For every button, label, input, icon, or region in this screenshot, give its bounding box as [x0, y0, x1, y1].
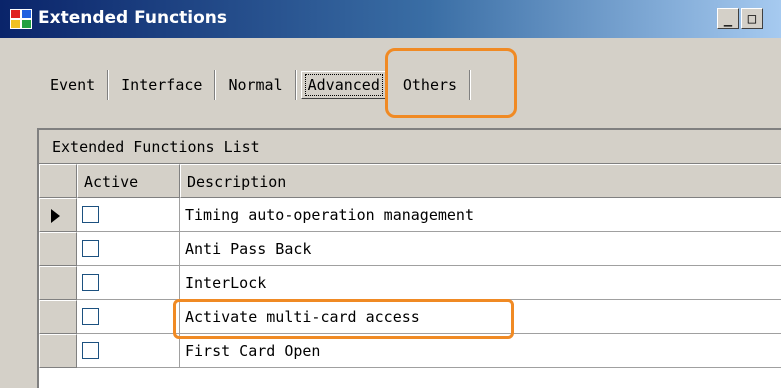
active-cell[interactable]	[77, 198, 180, 232]
row-header[interactable]	[39, 300, 77, 334]
grid-rows: Timing auto-operation management Anti Pa…	[39, 198, 781, 368]
active-cell[interactable]	[77, 232, 180, 266]
table-row[interactable]: First Card Open	[39, 334, 781, 368]
table-row[interactable]: InterLock	[39, 266, 781, 300]
active-checkbox[interactable]	[82, 274, 99, 291]
maximize-icon: □	[747, 10, 757, 27]
column-header-description[interactable]: Description	[180, 164, 781, 198]
row-header-corner	[39, 164, 77, 198]
description-cell[interactable]: First Card Open	[180, 334, 781, 368]
description-cell[interactable]: InterLock	[180, 266, 781, 300]
grid-header: Active Description	[39, 164, 781, 198]
active-cell[interactable]	[77, 266, 180, 300]
maximize-button[interactable]: □	[741, 8, 763, 29]
active-cell[interactable]	[77, 300, 180, 334]
window-title: Extended Functions	[38, 8, 228, 28]
title-bar[interactable]: Extended Functions _ □	[0, 0, 781, 38]
description-cell[interactable]: Activate multi-card access	[180, 300, 781, 334]
row-header[interactable]	[39, 232, 77, 266]
tab-separator	[469, 70, 472, 100]
grid-caption: Extended Functions List	[39, 130, 781, 164]
active-cell[interactable]	[77, 334, 180, 368]
tab-interface[interactable]: Interface	[109, 70, 214, 100]
active-checkbox[interactable]	[82, 240, 99, 257]
app-icon[interactable]	[10, 9, 32, 29]
minimize-icon: _	[723, 10, 733, 27]
row-header[interactable]	[39, 334, 77, 368]
description-cell[interactable]: Timing auto-operation management	[180, 198, 781, 232]
minimize-button[interactable]: _	[717, 8, 739, 29]
tab-others[interactable]: Others	[391, 70, 469, 100]
current-row-pointer-icon	[51, 209, 60, 223]
active-checkbox[interactable]	[82, 342, 99, 359]
row-header[interactable]	[39, 198, 77, 232]
extended-functions-grid: Extended Functions List Active Descripti…	[37, 128, 781, 388]
tab-separator	[294, 70, 297, 100]
description-cell[interactable]: Anti Pass Back	[180, 232, 781, 266]
row-header[interactable]	[39, 266, 77, 300]
table-row[interactable]: Anti Pass Back	[39, 232, 781, 266]
active-checkbox[interactable]	[82, 308, 99, 325]
column-header-active[interactable]: Active	[77, 164, 180, 198]
table-row[interactable]: Activate multi-card access	[39, 300, 781, 334]
tab-advanced[interactable]: Advanced	[300, 71, 387, 99]
tab-strip: Event Interface Normal Advanced Others	[38, 70, 472, 100]
table-row[interactable]: Timing auto-operation management	[39, 198, 781, 232]
active-checkbox[interactable]	[82, 206, 99, 223]
tab-normal[interactable]: Normal	[216, 70, 294, 100]
tab-event[interactable]: Event	[38, 70, 107, 100]
